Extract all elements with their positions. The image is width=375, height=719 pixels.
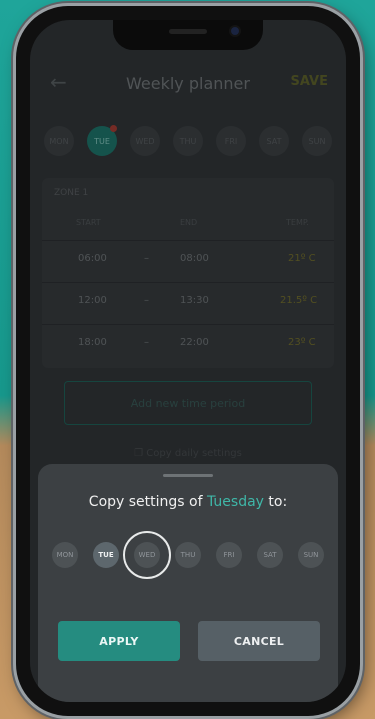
sheet-drag-handle[interactable]	[163, 474, 213, 477]
sheet-title-prefix: Copy settings of	[88, 494, 203, 510]
focus-ring	[123, 531, 171, 579]
phone-frame: ← Weekly planner SAVE MON TUE WED THU FR…	[16, 6, 360, 716]
copy-target-days: MON TUE WED THU FRI SAT SUN	[52, 531, 324, 579]
copy-day-fri[interactable]: FRI	[216, 542, 242, 568]
phone-screen: ← Weekly planner SAVE MON TUE WED THU FR…	[30, 20, 346, 702]
speaker-grille	[169, 29, 207, 34]
copy-day-sun[interactable]: SUN	[298, 542, 324, 568]
copy-day-wed[interactable]: WED	[123, 531, 171, 579]
cancel-button[interactable]: CANCEL	[198, 621, 320, 661]
copy-settings-sheet: Copy settings of Tuesday to: MON TUE WED…	[38, 464, 338, 702]
copy-day-label: SAT	[263, 551, 277, 559]
sheet-title-day: Tuesday	[207, 494, 264, 510]
copy-day-label: TUE	[98, 551, 114, 559]
copy-day-mon[interactable]: MON	[52, 542, 78, 568]
copy-day-sat[interactable]: SAT	[257, 542, 283, 568]
sheet-title: Copy settings of Tuesday to:	[38, 494, 338, 510]
copy-day-label: THU	[180, 551, 196, 559]
copy-day-label: MON	[56, 551, 74, 559]
front-camera	[231, 27, 239, 35]
apply-button[interactable]: APPLY	[58, 621, 180, 661]
copy-day-thu[interactable]: THU	[175, 542, 201, 568]
copy-day-tue[interactable]: TUE	[93, 542, 119, 568]
copy-day-label: SUN	[303, 551, 319, 559]
sheet-title-suffix: to:	[268, 494, 288, 510]
copy-day-label: FRI	[223, 551, 235, 559]
phone-notch	[113, 20, 263, 50]
